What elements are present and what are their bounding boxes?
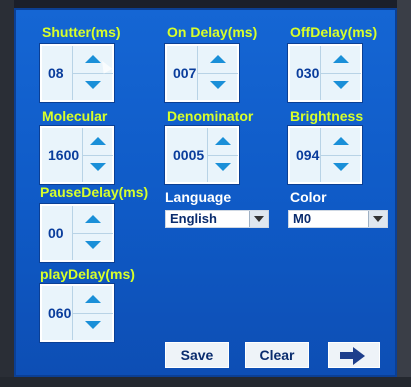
play-delay-value: 060 [48,305,72,321]
arrow-right-icon-head [353,347,365,365]
pause-delay-value: 00 [48,225,64,241]
arrow-down-icon [333,163,349,171]
pause-delay-label: PauseDelay(ms) [40,184,149,200]
off-delay-value: 030 [296,65,320,81]
arrow-up-icon [333,55,349,63]
color-label: Color [290,189,327,205]
arrow-right-icon [340,352,354,359]
arrow-down-icon [215,163,231,171]
shutter-label: Shutter(ms) [42,24,121,40]
brightness-value: 094 [296,147,320,163]
brightness-decrement-button[interactable] [321,155,361,182]
language-select[interactable]: English [165,210,269,228]
next-button[interactable] [328,342,380,368]
device-bezel-left [0,0,14,387]
shutter-decrement-button[interactable] [73,73,113,100]
on-delay-label: On Delay(ms) [167,24,258,40]
on-delay-decrement-button[interactable] [198,73,238,100]
off-delay-label: OffDelay(ms) [290,24,378,40]
play-delay-spinner: 060 [40,284,114,342]
play-delay-increment-button[interactable] [73,286,113,314]
language-label: Language [165,189,232,205]
arrow-down-icon [85,81,101,89]
color-selected-value: M0 [293,211,312,226]
play-delay-decrement-button[interactable] [73,313,113,340]
arrow-down-icon [333,81,349,89]
arrow-up-icon [85,295,101,303]
chevron-down-icon [368,211,387,227]
save-button[interactable]: Save [165,342,229,368]
arrow-up-icon [333,137,349,145]
on-delay-value: 007 [173,65,197,81]
molecular-decrement-button[interactable] [83,155,113,182]
on-delay-spinner: 007 [165,44,239,102]
molecular-label: Molecular [42,108,108,124]
denominator-label: Denominator [167,108,254,124]
denominator-increment-button[interactable] [208,128,238,156]
denominator-decrement-button[interactable] [208,155,238,182]
clear-button[interactable]: Clear [245,342,309,368]
off-delay-decrement-button[interactable] [321,73,361,100]
off-delay-increment-button[interactable] [321,46,361,74]
brightness-spinner: 094 [288,126,362,184]
language-selected-value: English [170,211,217,226]
arrow-up-icon [90,137,106,145]
molecular-spinner: 1600 [40,126,114,184]
arrow-down-icon [90,163,106,171]
device-bezel-right [397,0,411,387]
pause-delay-decrement-button[interactable] [73,233,113,260]
play-delay-label: playDelay(ms) [40,266,135,282]
brightness-label: Brightness [290,108,364,124]
settings-screen: Shutter(ms) 08 On Delay(ms) 007 OffDelay… [14,8,397,377]
arrow-up-icon [215,137,231,145]
pause-delay-increment-button[interactable] [73,206,113,234]
arrow-up-icon [210,55,226,63]
arrow-up-icon [85,215,101,223]
on-delay-increment-button[interactable] [198,46,238,74]
brightness-increment-button[interactable] [321,128,361,156]
arrow-down-icon [85,321,101,329]
arrow-down-icon [210,81,226,89]
color-select[interactable]: M0 [288,210,388,228]
molecular-increment-button[interactable] [83,128,113,156]
arrow-down-icon [85,241,101,249]
molecular-value: 1600 [48,147,80,163]
shutter-value: 08 [48,65,64,81]
off-delay-spinner: 030 [288,44,362,102]
device-bezel-bottom [0,377,411,387]
denominator-spinner: 0005 [165,126,239,184]
pause-delay-spinner: 00 [40,204,114,262]
denominator-value: 0005 [173,147,205,163]
chevron-down-icon [249,211,268,227]
